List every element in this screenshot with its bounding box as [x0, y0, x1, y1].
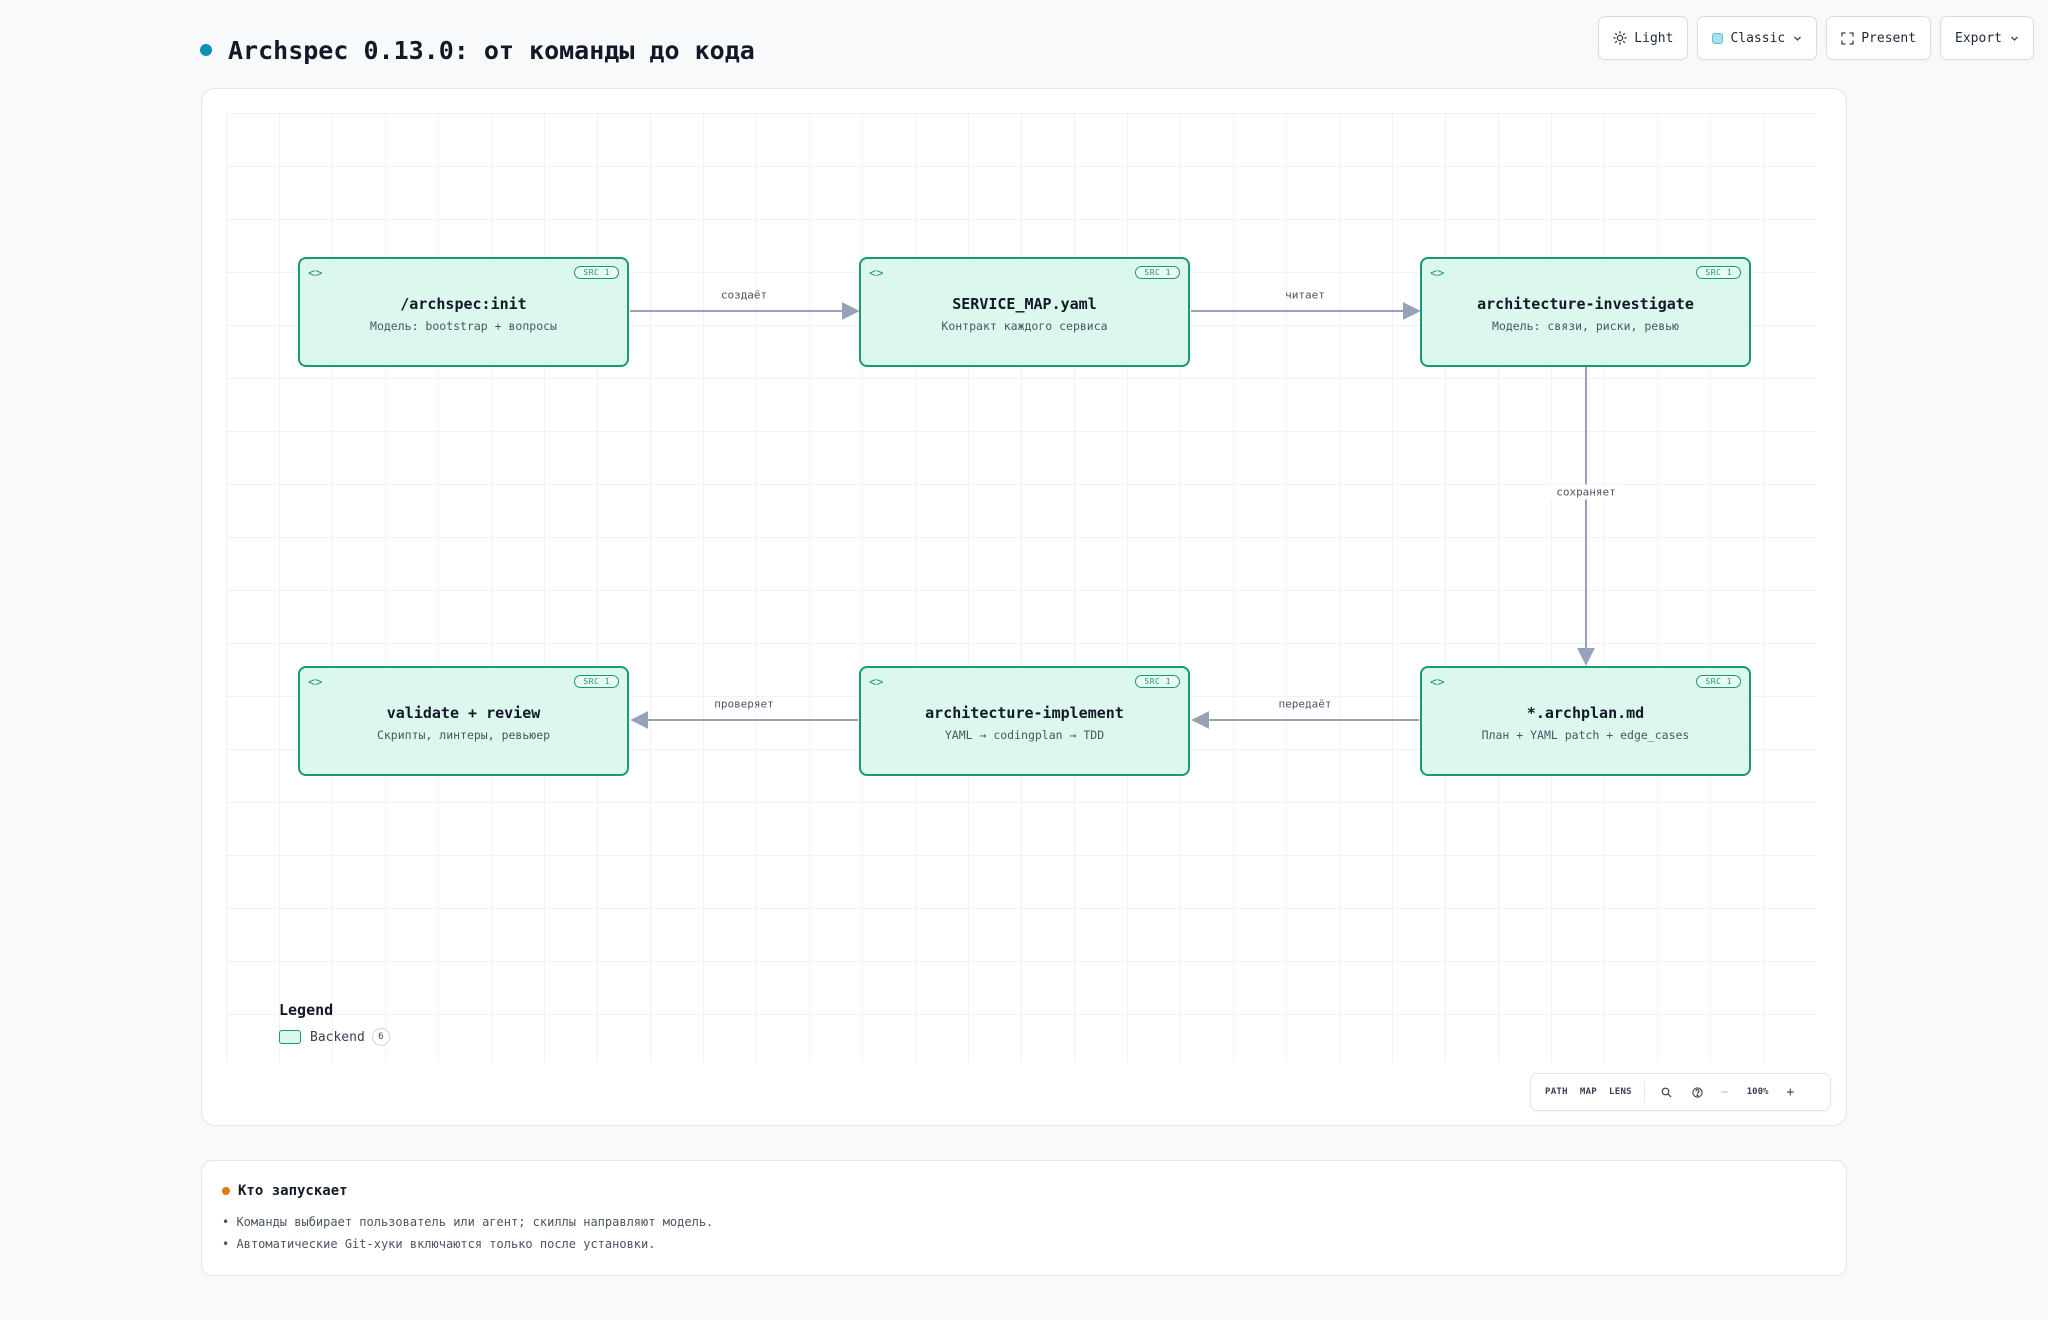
- present-button[interactable]: Present: [1826, 16, 1932, 60]
- code-icon: <>: [869, 675, 884, 689]
- header: Archspec 0.13.0: от команды до кода: [200, 30, 755, 70]
- style-swatch: [1712, 32, 1724, 44]
- path-button[interactable]: PATH: [1539, 1087, 1574, 1097]
- node-subtitle: YAML → codingplan → TDD: [944, 728, 1105, 742]
- export-dropdown[interactable]: Export: [1940, 16, 2034, 60]
- node-archplan[interactable]: <> SRC 1 *.archplan.md План + YAML patch…: [1420, 666, 1751, 776]
- edge-label: создаёт: [720, 288, 768, 302]
- code-icon: <>: [869, 266, 884, 280]
- list-item: • Команды выбирает пользователь или аген…: [222, 1215, 714, 1229]
- legend-swatch: [279, 1030, 301, 1044]
- node-title: validate + review: [386, 704, 541, 722]
- src-badge: SRC 1: [1135, 266, 1180, 279]
- src-badge: SRC 1: [1696, 266, 1741, 279]
- help-icon[interactable]: [1682, 1086, 1713, 1098]
- lens-button[interactable]: LENS: [1603, 1087, 1638, 1097]
- edge-label: сохраняет: [1550, 484, 1622, 500]
- zoom-out-button[interactable]: −: [1713, 1085, 1737, 1100]
- sun-icon: [1613, 31, 1628, 45]
- map-button[interactable]: MAP: [1574, 1087, 1603, 1097]
- node-subtitle: Скрипты, линтеры, ревьюер: [376, 728, 551, 742]
- node-title: architecture-implement: [925, 704, 1124, 722]
- node-service-map[interactable]: <> SRC 1 SERVICE_MAP.yaml Контракт каждо…: [859, 257, 1190, 367]
- fullscreen-icon: [1841, 31, 1854, 45]
- info-list: • Команды выбирает пользователь или аген…: [222, 1211, 713, 1255]
- node-architecture-implement[interactable]: <> SRC 1 architecture-implement YAML → c…: [859, 666, 1190, 776]
- legend-title: Legend: [279, 1001, 334, 1019]
- style-dropdown[interactable]: Classic: [1697, 16, 1818, 60]
- code-icon: <>: [1430, 675, 1445, 689]
- chevron-down-icon: [2010, 34, 2019, 43]
- node-subtitle: Контракт каждого сервиса: [941, 319, 1108, 333]
- node-subtitle: Модель: bootstrap + вопросы: [370, 319, 557, 333]
- chevron-down-icon: [1793, 34, 1802, 43]
- legend: Legend Backend 6: [279, 1001, 390, 1046]
- code-icon: <>: [308, 675, 323, 689]
- node-architecture-investigate[interactable]: <> SRC 1 architecture-investigate Модель…: [1420, 257, 1751, 367]
- node-title: *.archplan.md: [1526, 704, 1645, 722]
- src-badge: SRC 1: [1135, 675, 1180, 688]
- node-title: SERVICE_MAP.yaml: [952, 295, 1097, 313]
- node-validate-review[interactable]: <> SRC 1 validate + review Скрипты, линт…: [298, 666, 629, 776]
- style-label: Classic: [1730, 30, 1786, 46]
- theme-button[interactable]: Light: [1598, 16, 1689, 60]
- legend-count-badge: 6: [371, 1028, 390, 1046]
- src-badge: SRC 1: [574, 266, 619, 279]
- node-archspec-init[interactable]: <> SRC 1 /archspec:init Модель: bootstra…: [298, 257, 629, 367]
- info-dot: [222, 1187, 230, 1195]
- export-label: Export: [1955, 30, 2002, 46]
- info-title: Кто запускает: [238, 1183, 348, 1199]
- list-item: • Автоматические Git-хуки включаются тол…: [222, 1237, 656, 1251]
- diagram-edges: [630, 302, 1595, 729]
- info-header: Кто запускает: [222, 1183, 348, 1199]
- legend-item-backend[interactable]: Backend 6: [279, 1028, 390, 1046]
- edge-label: проверяет: [714, 697, 774, 711]
- code-icon: <>: [1430, 266, 1445, 280]
- canvas-controls: PATH MAP LENS − 100% +: [1530, 1073, 1831, 1111]
- diagram-canvas[interactable]: создаёт читает сохраняет передаёт провер…: [201, 88, 1847, 1126]
- info-panel: Кто запускает • Команды выбирает пользов…: [201, 1160, 1847, 1276]
- status-dot: [200, 44, 212, 56]
- present-label: Present: [1861, 30, 1917, 46]
- node-title: /archspec:init: [400, 295, 527, 313]
- divider: [1643, 1082, 1645, 1102]
- node-title: architecture-investigate: [1477, 295, 1694, 313]
- src-badge: SRC 1: [574, 675, 619, 688]
- search-icon[interactable]: [1651, 1087, 1682, 1098]
- code-icon: <>: [308, 266, 323, 280]
- toolbar: Light Classic Present Export: [1598, 16, 2034, 60]
- edge-label: читает: [1285, 288, 1325, 302]
- zoom-level: 100%: [1746, 1087, 1769, 1097]
- page-title: Archspec 0.13.0: от команды до кода: [228, 35, 755, 65]
- src-badge: SRC 1: [1696, 675, 1741, 688]
- node-subtitle: Модель: связи, риски, ревью: [1492, 319, 1679, 333]
- legend-label: Backend: [310, 1029, 365, 1045]
- zoom-in-button[interactable]: +: [1778, 1085, 1802, 1100]
- edge-label: передаёт: [1278, 697, 1332, 711]
- node-subtitle: План + YAML patch + edge_cases: [1481, 728, 1690, 742]
- theme-label: Light: [1634, 30, 1674, 46]
